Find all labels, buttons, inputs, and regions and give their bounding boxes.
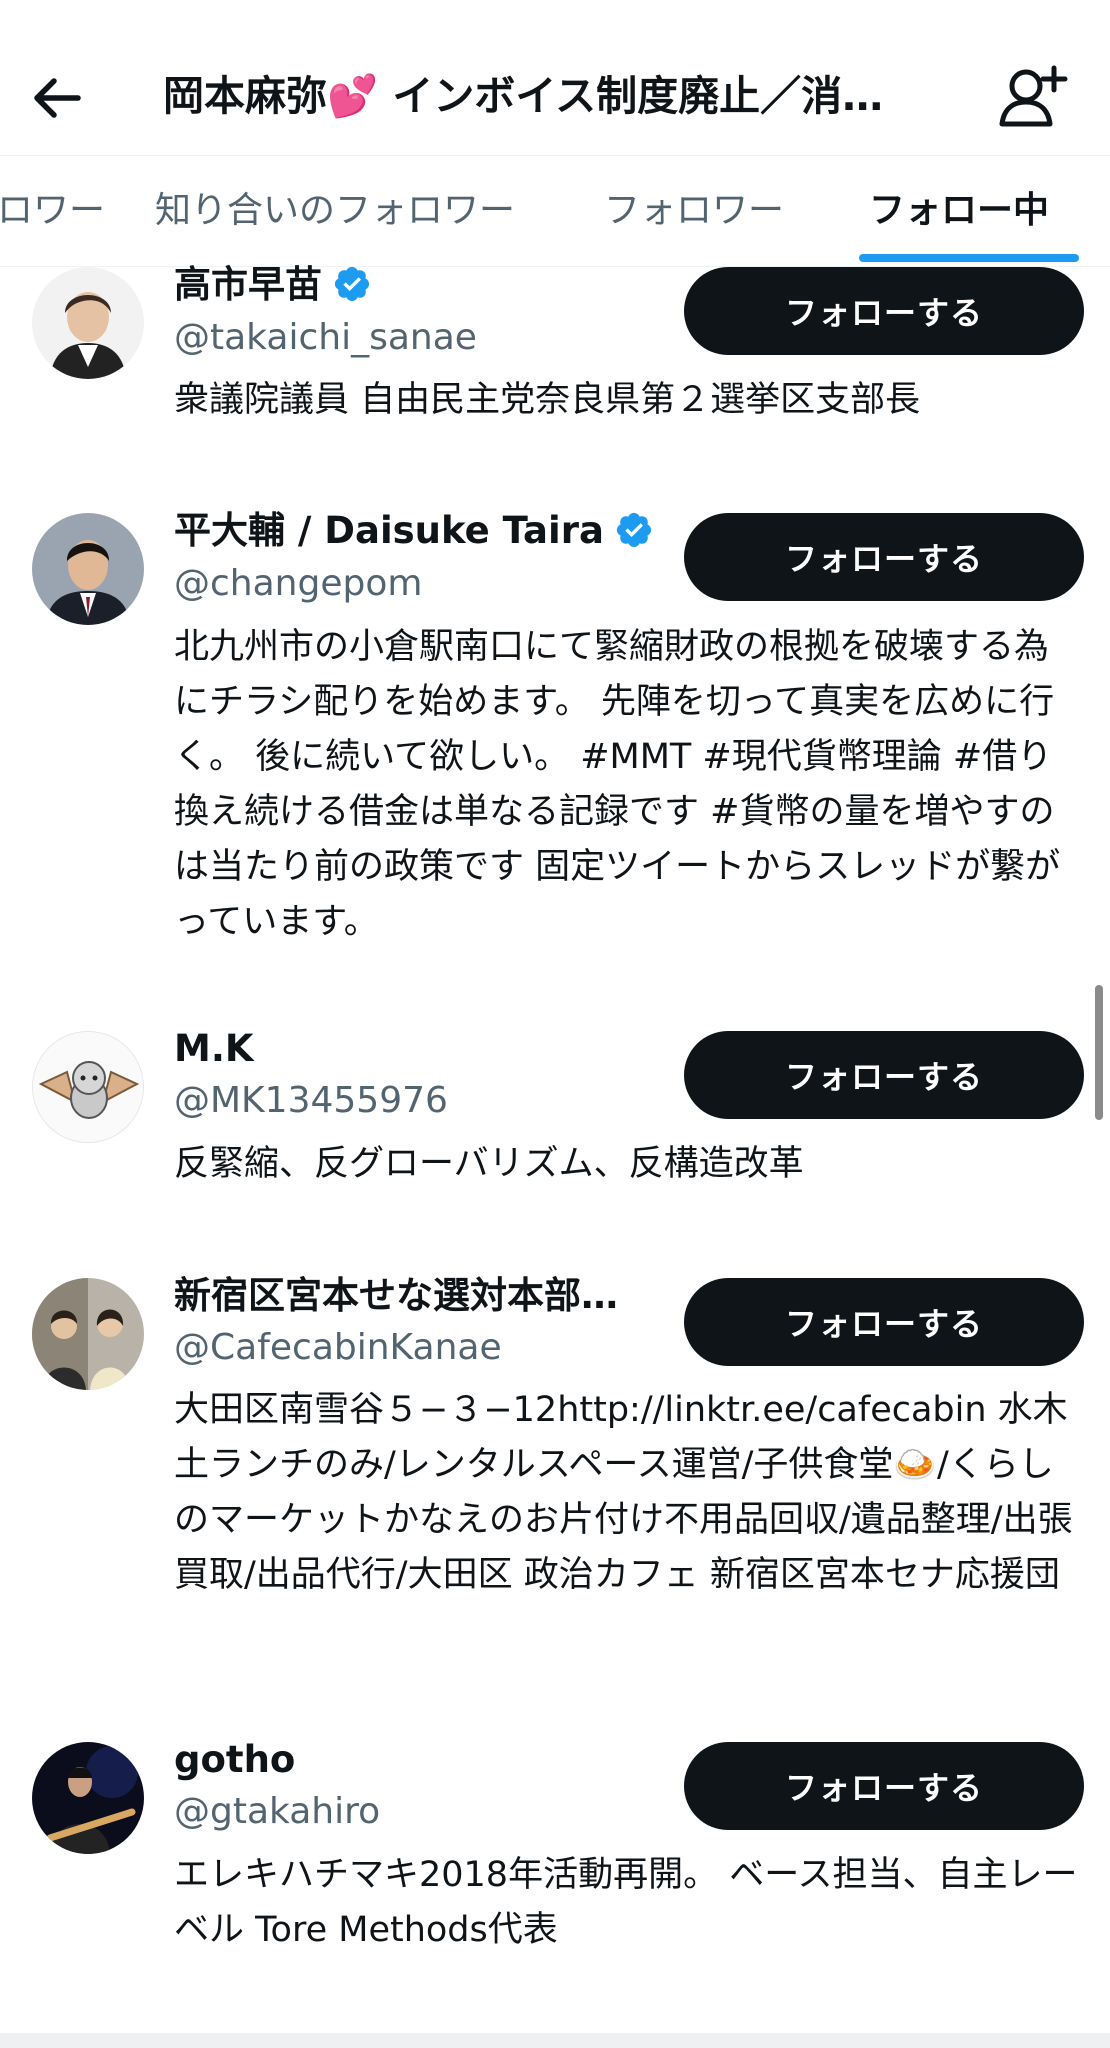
tab-followers-partial[interactable]: ロワー [0,156,105,266]
user-name[interactable]: 高市早苗 [174,262,372,308]
user-bio: 衆議院議員 自由民主党奈良県第２選挙区支部長 [174,380,921,420]
verified-badge-icon [616,512,652,548]
user-bio: 大田区南雪谷５−３−12http://linktr.ee/cafecabin 水… [174,1390,1073,1595]
follow-button[interactable]: フォローする [684,513,1084,601]
user-name-text: 平大輔 / Daisuke Taira [174,509,604,552]
heart-emoji-icon: 💕 [327,72,379,120]
follow-button[interactable]: フォローする [684,1031,1084,1119]
user-name[interactable]: 平大輔 / Daisuke Taira [174,508,654,554]
back-button[interactable] [28,68,88,128]
user-name-text: 高市早苗 [174,263,322,306]
person-add-icon [999,65,1068,127]
follow-button[interactable]: フォローする [684,1742,1084,1830]
user-name-text: gotho [174,1738,296,1781]
scrollbar[interactable] [1095,985,1103,1120]
user-bio: エレキハチマキ2018年活動再開。 ベース担当、自主レーベル Tore Meth… [174,1855,1078,1950]
title-name: 岡本麻弥 [163,72,327,120]
avatar[interactable] [32,267,144,379]
user-handle[interactable]: @CafecabinKanae [174,1325,502,1371]
user-name-text: M.K [174,1027,254,1070]
user-handle[interactable]: @takaichi_sanae [174,315,477,361]
user-bio: 反緊縮、反グローバリズム、反構造改革 [174,1144,804,1184]
user-handle[interactable]: @gtakahiro [174,1789,380,1835]
user-handle[interactable]: @changepom [174,561,422,607]
user-handle[interactable]: @MK13455976 [174,1078,448,1124]
arrow-left-icon [34,78,81,118]
top-app-bar: 岡本麻弥💕 インボイス制度廃止／消… [0,0,1110,155]
tab-followers[interactable]: フォロワー [604,156,784,266]
user-name[interactable]: M.K [174,1026,254,1072]
add-user-button[interactable] [996,62,1068,132]
verified-badge-icon [334,266,370,302]
follow-button[interactable]: フォローする [684,1278,1084,1366]
follow-button[interactable]: フォローする [684,267,1084,355]
active-tab-indicator [859,254,1079,262]
tab-bar: ロワー 知り合いのフォロワー フォロワー フォロー中 [0,155,1110,267]
tab-following[interactable]: フォロー中 [869,156,1049,266]
avatar[interactable] [32,1031,144,1143]
user-name[interactable]: 新宿区宮本せな選対本部… [174,1273,618,1319]
tab-known-followers[interactable]: 知り合いのフォロワー [155,156,515,266]
user-bio: 北九州市の小倉駅南口にて緊縮財政の根拠を破壊する為にチラシ配りを始めます。 先陣… [174,627,1061,942]
avatar[interactable] [32,513,144,625]
user-name[interactable]: gotho [174,1737,295,1783]
bottom-edge [0,2033,1110,2048]
user-name-text: 新宿区宮本せな選対本部… [174,1274,618,1317]
avatar[interactable] [32,1742,144,1854]
avatar[interactable] [32,1278,144,1390]
page-title: 岡本麻弥💕 インボイス制度廃止／消… [163,66,963,126]
title-suffix: インボイス制度廃止／消… [392,72,884,120]
